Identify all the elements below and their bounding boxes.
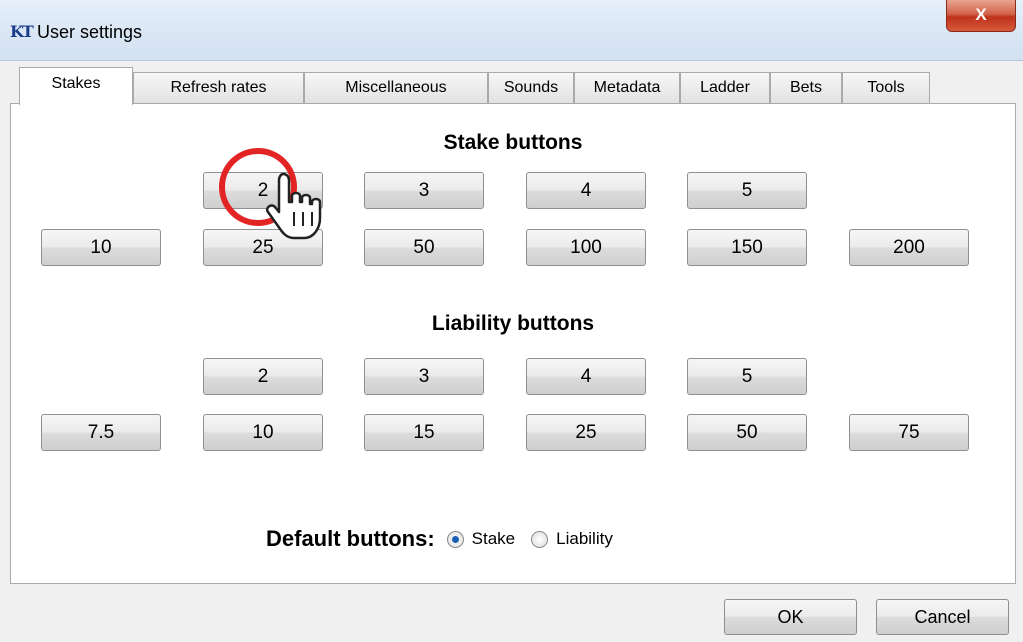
dialog-footer: OK Cancel: [0, 584, 1023, 642]
liability-button-50[interactable]: 50: [687, 414, 807, 451]
app-logo-icon: KT: [10, 22, 34, 41]
liability-button-25[interactable]: 25: [526, 414, 646, 451]
cancel-button[interactable]: Cancel: [876, 599, 1009, 635]
default-buttons-label: Default buttons:: [266, 526, 435, 551]
stake-buttons-heading: Stake buttons: [443, 131, 583, 154]
liability-button-4[interactable]: 4: [526, 358, 646, 395]
stake-button-100[interactable]: 100: [526, 229, 646, 266]
liability-button-10[interactable]: 10: [203, 414, 323, 451]
liability-buttons-heading: Liability buttons: [431, 312, 595, 335]
stake-button-10[interactable]: 10: [41, 229, 161, 266]
tab-refresh-rates[interactable]: Refresh rates: [133, 72, 304, 103]
liability-radio[interactable]: [531, 530, 549, 548]
default-buttons-group: Default buttons: Stake Liability: [266, 524, 629, 554]
title-bar: KT User settings X: [0, 0, 1023, 61]
tab-miscellaneous[interactable]: Miscellaneous: [304, 72, 488, 103]
close-button[interactable]: X: [946, 0, 1016, 32]
tab-metadata[interactable]: Metadata: [574, 72, 680, 103]
stake-button-4[interactable]: 4: [526, 172, 646, 209]
liability-button-5[interactable]: 5: [687, 358, 807, 395]
stake-button-50[interactable]: 50: [364, 229, 484, 266]
stakes-panel: Stake buttons 2 3 4 5 10 25 50 100 150 2…: [10, 103, 1016, 584]
tab-stakes[interactable]: Stakes: [19, 67, 133, 105]
stake-button-2[interactable]: 2: [203, 172, 323, 209]
liability-button-2[interactable]: 2: [203, 358, 323, 395]
stake-button-25[interactable]: 25: [203, 229, 323, 266]
stake-button-3[interactable]: 3: [364, 172, 484, 209]
tab-bets[interactable]: Bets: [770, 72, 842, 103]
stake-button-5[interactable]: 5: [687, 172, 807, 209]
liability-button-75[interactable]: 75: [849, 414, 969, 451]
stake-button-150[interactable]: 150: [687, 229, 807, 266]
liability-radio-label[interactable]: Liability: [556, 529, 613, 549]
stake-radio[interactable]: [446, 530, 464, 548]
stake-radio-label[interactable]: Stake: [472, 529, 515, 549]
liability-button-15[interactable]: 15: [364, 414, 484, 451]
liability-button-3[interactable]: 3: [364, 358, 484, 395]
tab-strip: Stakes Refresh rates Miscellaneous Sound…: [0, 60, 1023, 105]
tab-ladder[interactable]: Ladder: [680, 72, 770, 103]
liability-button-7-5[interactable]: 7.5: [41, 414, 161, 451]
window-title: User settings: [37, 22, 143, 42]
ok-button[interactable]: OK: [724, 599, 857, 635]
tab-sounds[interactable]: Sounds: [488, 72, 574, 103]
tab-tools[interactable]: Tools: [842, 72, 930, 103]
stake-button-200[interactable]: 200: [849, 229, 969, 266]
